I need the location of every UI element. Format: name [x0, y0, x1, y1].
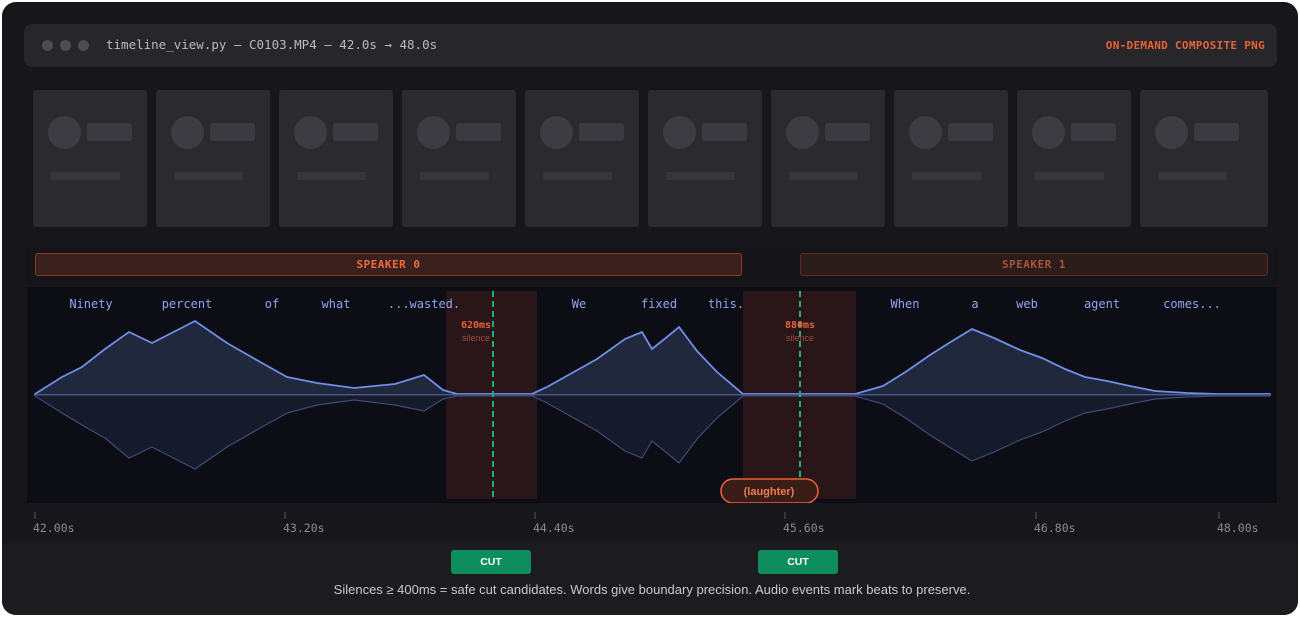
word-label[interactable]: of: [265, 297, 279, 311]
silence-label: silence: [786, 333, 814, 343]
word-label[interactable]: percent: [162, 297, 213, 311]
text-placeholder: [297, 172, 366, 180]
text-placeholder: [543, 172, 612, 180]
speaker-1-segment[interactable]: SPEAKER 1: [800, 253, 1268, 276]
word-label[interactable]: a: [971, 297, 978, 311]
thumbnail-strip: [2, 2, 1298, 242]
word-label[interactable]: Ninety: [69, 297, 112, 311]
waveform-svg: Ninety percent of what ...wasted. We fix…: [34, 291, 1271, 503]
avatar-placeholder: [417, 116, 450, 149]
word-label[interactable]: agent: [1084, 297, 1120, 311]
legend-caption: Silences ≥ 400ms = safe cut candidates. …: [333, 582, 971, 597]
avatar-placeholder: [663, 116, 696, 149]
text-placeholder: [666, 172, 735, 180]
app-window: timeline_view.py — C0103.MP4 — 42.0s → 4…: [2, 2, 1298, 615]
text-placeholder: [87, 123, 132, 141]
waveform-panel[interactable]: Ninety percent of what ...wasted. We fix…: [27, 287, 1277, 503]
speaker-track: SPEAKER 0 SPEAKER 1: [27, 247, 1277, 285]
text-placeholder: [948, 123, 993, 141]
text-placeholder: [789, 172, 858, 180]
frame-thumbnail[interactable]: [33, 90, 147, 227]
word-label[interactable]: this.: [708, 297, 744, 311]
ruler-tick-label: 44.40s: [533, 521, 575, 535]
cut-bar: CUT CUT Silences ≥ 400ms = safe cut cand…: [2, 543, 1298, 615]
frame-thumbnail[interactable]: [648, 90, 762, 227]
avatar-placeholder: [1155, 116, 1188, 149]
cut-button-1[interactable]: CUT: [451, 550, 531, 574]
text-placeholder: [825, 123, 870, 141]
frame-thumbnail[interactable]: [1017, 90, 1131, 227]
text-placeholder: [420, 172, 489, 180]
avatar-placeholder: [1032, 116, 1065, 149]
avatar-placeholder: [909, 116, 942, 149]
avatar-placeholder: [48, 116, 81, 149]
frame-thumbnail[interactable]: [402, 90, 516, 227]
word-label[interactable]: fixed: [641, 297, 677, 311]
word-label[interactable]: comes...: [1163, 297, 1221, 311]
text-placeholder: [1071, 123, 1116, 141]
text-placeholder: [174, 172, 243, 180]
frame-thumbnail[interactable]: [279, 90, 393, 227]
avatar-placeholder: [786, 116, 819, 149]
frame-thumbnail[interactable]: [156, 90, 270, 227]
word-label[interactable]: ...wasted.: [388, 297, 460, 311]
avatar-placeholder: [171, 116, 204, 149]
word-label[interactable]: We: [572, 297, 586, 311]
waveform-lower: [34, 394, 1271, 470]
word-label[interactable]: web: [1016, 297, 1038, 311]
frame-thumbnail[interactable]: [1140, 90, 1268, 227]
text-placeholder: [333, 123, 378, 141]
ruler-svg: 42.00s 43.20s 44.40s 45.60s 46.80s 48.00…: [33, 512, 1259, 535]
word-label[interactable]: what: [322, 297, 351, 311]
frame-thumbnail[interactable]: [771, 90, 885, 227]
text-placeholder: [1158, 172, 1227, 180]
silence-duration-label: 620ms: [461, 320, 491, 331]
ruler-tick-label: 42.00s: [33, 521, 75, 535]
silence-duration-label: 880ms: [785, 320, 815, 331]
text-placeholder: [1194, 123, 1239, 141]
ruler-tick-label: 46.80s: [1034, 521, 1076, 535]
ruler-tick-label: 45.60s: [783, 521, 825, 535]
text-placeholder: [912, 172, 981, 180]
frame-thumbnail[interactable]: [894, 90, 1008, 227]
text-placeholder: [702, 123, 747, 141]
text-placeholder: [210, 123, 255, 141]
speaker-0-segment[interactable]: SPEAKER 0: [35, 253, 742, 276]
text-placeholder: [1035, 172, 1104, 180]
avatar-placeholder: [294, 116, 327, 149]
time-ruler: 42.00s 43.20s 44.40s 45.60s 46.80s 48.00…: [27, 505, 1277, 543]
ruler-tick-label: 48.00s: [1217, 521, 1259, 535]
silence-label: silence: [462, 333, 490, 343]
text-placeholder: [51, 172, 120, 180]
frame-thumbnail[interactable]: [525, 90, 639, 227]
text-placeholder: [579, 123, 624, 141]
ruler-tick-label: 43.20s: [283, 521, 325, 535]
word-label[interactable]: When: [891, 297, 920, 311]
avatar-placeholder: [540, 116, 573, 149]
text-placeholder: [456, 123, 501, 141]
waveform-upper: [34, 319, 1271, 396]
cut-button-2[interactable]: CUT: [758, 550, 838, 574]
audio-event-label: (laughter): [744, 486, 795, 498]
